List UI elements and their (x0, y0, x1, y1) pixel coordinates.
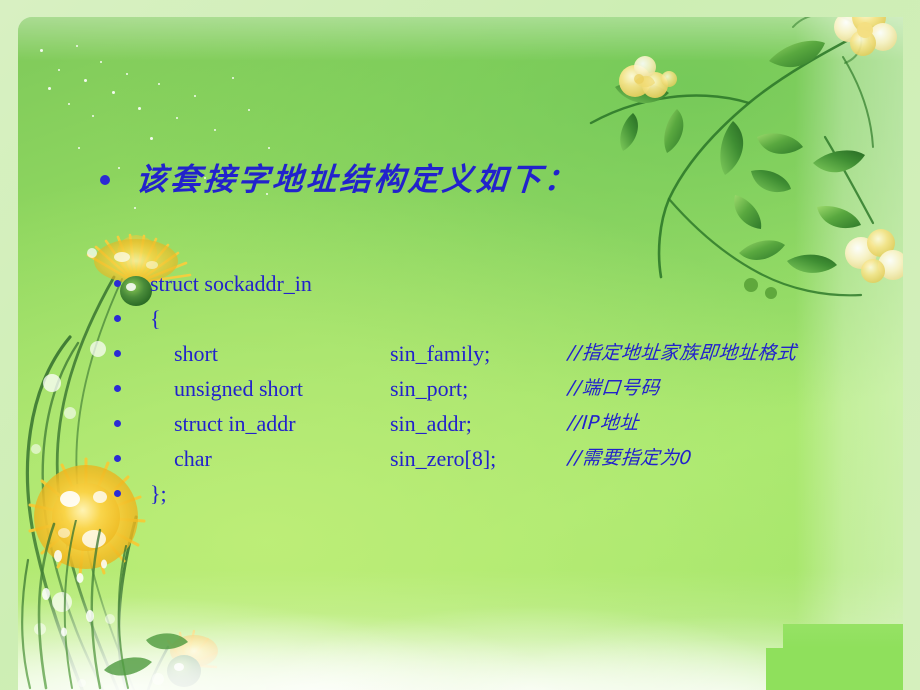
code-type: short (174, 340, 218, 366)
list-item: unsigned short sin_port; //端口号码 (114, 371, 661, 406)
code-type: struct sockaddr_in (150, 270, 312, 296)
code-comment: //指定地址家族即地址格式 (567, 342, 798, 364)
bullet-dot-icon (114, 280, 121, 287)
code-comment: //端口号码 (567, 377, 661, 399)
bullet-dot-icon (114, 490, 121, 497)
code-type: struct in_addr (174, 410, 296, 436)
code-type: { (150, 305, 161, 331)
list-item: }; (114, 476, 167, 511)
code-type: unsigned short (174, 375, 303, 401)
title-bullet-row: 该套接字地址结构定义如下： (100, 162, 580, 198)
code-type: char (174, 445, 212, 471)
code-field-name: sin_port; (390, 375, 469, 401)
code-listing: struct sockaddr_in { short sin_family; /… (114, 266, 797, 511)
list-item: struct in_addr sin_addr; //IP地址 (114, 406, 640, 441)
list-item: { (114, 301, 161, 336)
list-item: char sin_zero[8]; //需要指定为0 (114, 441, 693, 476)
bullet-dot-icon (114, 350, 121, 357)
bullet-dot-icon (114, 420, 121, 427)
bullet-dot-icon (114, 385, 121, 392)
bullet-dot-icon (114, 455, 121, 462)
bullet-dot-icon (114, 315, 121, 322)
code-comment: //IP地址 (567, 412, 640, 434)
code-comment: //需要指定为0 (567, 447, 693, 469)
slide-canvas: 该套接字地址结构定义如下： struct sockaddr_in { short… (0, 0, 920, 690)
list-item: short sin_family; //指定地址家族即地址格式 (114, 336, 797, 371)
bullet-dot-icon (100, 175, 110, 186)
list-item: struct sockaddr_in (114, 266, 312, 301)
page-title: 该套接字地址结构定义如下： (134, 162, 580, 198)
code-field-name: sin_addr; (390, 410, 472, 436)
code-field-name: sin_family; (390, 340, 491, 366)
code-field-name: sin_zero[8]; (390, 445, 497, 471)
slide-content: 该套接字地址结构定义如下： struct sockaddr_in { short… (0, 0, 920, 690)
code-type: }; (150, 480, 167, 506)
